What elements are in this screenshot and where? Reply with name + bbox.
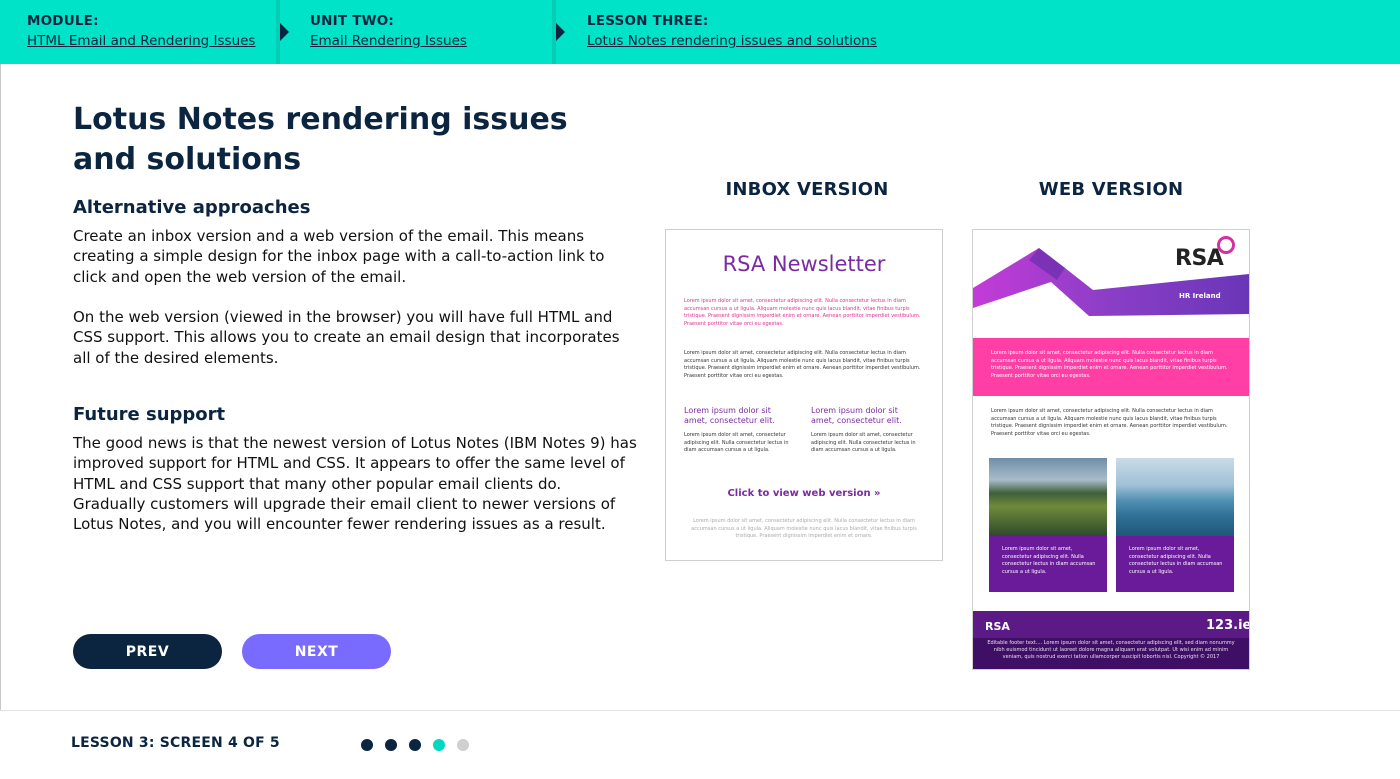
rsa-logo: RSA bbox=[1175, 246, 1224, 271]
next-button[interactable]: NEXT bbox=[242, 634, 391, 669]
breadcrumb-lesson-link[interactable]: Lotus Notes rendering issues and solutio… bbox=[587, 33, 877, 49]
progress-dot[interactable] bbox=[457, 739, 469, 751]
progress-dot[interactable] bbox=[409, 739, 421, 751]
partner-logo: HR Ireland bbox=[1179, 292, 1221, 300]
section-paragraph: The good news is that the newest version… bbox=[73, 434, 637, 534]
landscape-photo bbox=[989, 458, 1107, 536]
preview-column-text: Lorem ipsum dolor sit amet, consectetur … bbox=[811, 432, 916, 453]
footer-divider bbox=[0, 710, 1400, 711]
photo-caption: Lorem ipsum dolor sit amet, consectetur … bbox=[1129, 546, 1223, 575]
breadcrumb-module-label: MODULE: bbox=[27, 13, 99, 29]
preview-column-heading: Lorem ipsum dolor sit amet, consectetur … bbox=[811, 406, 902, 425]
progress-dot[interactable] bbox=[385, 739, 397, 751]
preview-column-text: Lorem ipsum dolor sit amet, consectetur … bbox=[684, 432, 789, 453]
breadcrumb-arrow-icon bbox=[556, 23, 565, 41]
breadcrumb-lesson-label: LESSON THREE: bbox=[587, 13, 709, 29]
section-heading-alternative: Alternative approaches bbox=[73, 197, 311, 218]
breadcrumb-unit-label: UNIT TWO: bbox=[310, 13, 394, 29]
preview-column-heading: Lorem ipsum dolor sit amet, consectetur … bbox=[684, 406, 775, 425]
rsa-logo-ring-icon bbox=[1217, 236, 1235, 254]
footer-brand-logo: 123.ie bbox=[1206, 618, 1250, 633]
view-web-version-link: Click to view web version » bbox=[727, 488, 881, 499]
newsletter-heading: RSA Newsletter bbox=[722, 252, 886, 276]
breadcrumb-arrow-icon bbox=[280, 23, 289, 41]
inbox-version-label: INBOX VERSION bbox=[725, 179, 889, 200]
footer-text: Editable footer text.... Lorem ipsum dol… bbox=[987, 640, 1235, 660]
breadcrumb-unit-link[interactable]: Email Rendering Issues bbox=[310, 33, 467, 49]
preview-text: Lorem ipsum dolor sit amet, consectetur … bbox=[684, 350, 921, 379]
screen-status: LESSON 3: SCREEN 4 OF 5 bbox=[71, 735, 280, 751]
preview-footer-text: Lorem ipsum dolor sit amet, consectetur … bbox=[691, 518, 917, 539]
web-version-label: WEB VERSION bbox=[1038, 179, 1184, 200]
inbox-version-preview: RSA Newsletter Lorem ipsum dolor sit ame… bbox=[665, 229, 943, 561]
breadcrumb-module-link[interactable]: HTML Email and Rendering Issues bbox=[27, 33, 255, 49]
footer-rsa-logo: RSA bbox=[985, 620, 1010, 633]
preview-text: Lorem ipsum dolor sit amet, consectetur … bbox=[991, 408, 1228, 437]
photo-caption: Lorem ipsum dolor sit amet, consectetur … bbox=[1002, 546, 1096, 575]
page-title: Lotus Notes rendering issues and solutio… bbox=[73, 102, 568, 177]
progress-dot[interactable] bbox=[361, 739, 373, 751]
prev-button[interactable]: PREV bbox=[73, 634, 222, 669]
web-version-preview: RSA HR Ireland Lorem ipsum dolor sit ame… bbox=[972, 229, 1250, 670]
section-heading-future: Future support bbox=[73, 404, 226, 425]
left-border bbox=[0, 64, 1, 710]
preview-text: Lorem ipsum dolor sit amet, consectetur … bbox=[684, 298, 921, 327]
section-paragraph: Create an inbox version and a web versio… bbox=[73, 227, 605, 286]
progress-dot-current[interactable] bbox=[433, 739, 445, 751]
breadcrumb-bar: MODULE: HTML Email and Rendering Issues … bbox=[0, 0, 1400, 64]
sea-photo bbox=[1116, 458, 1234, 536]
preview-text: Lorem ipsum dolor sit amet, consectetur … bbox=[991, 350, 1228, 379]
section-paragraph: On the web version (viewed in the browse… bbox=[73, 308, 620, 367]
